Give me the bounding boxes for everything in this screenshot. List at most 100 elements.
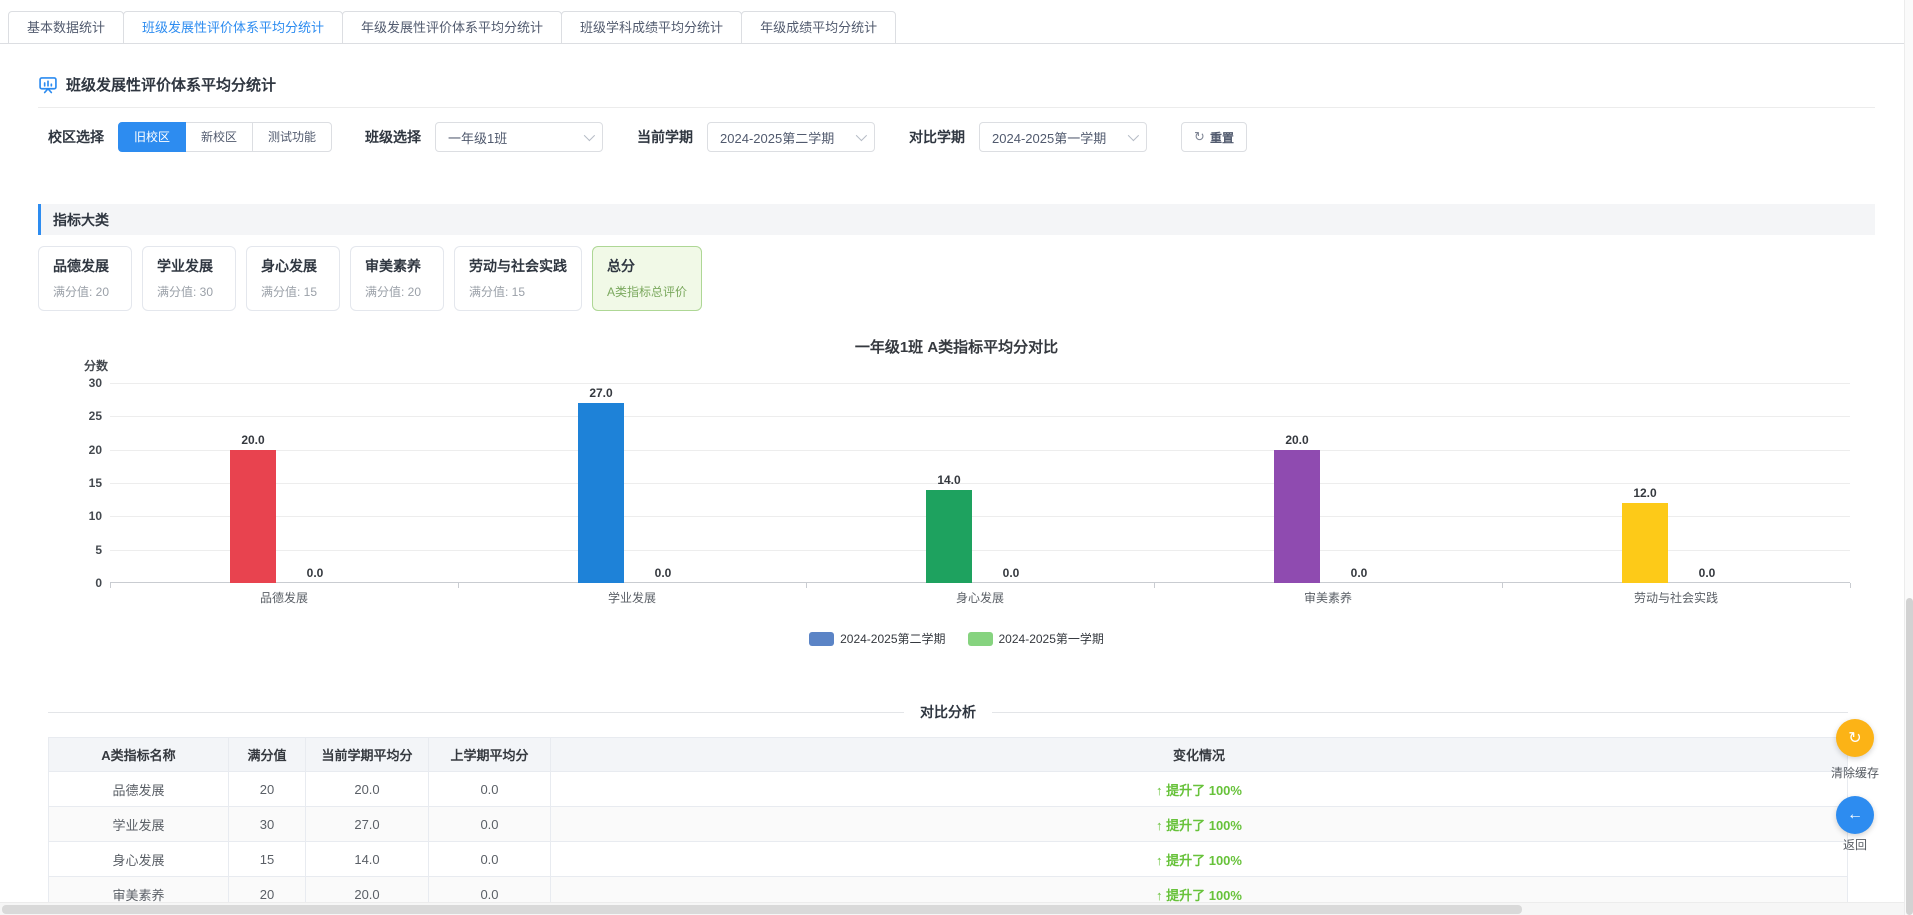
- campus-option-2[interactable]: 测试功能: [252, 122, 332, 152]
- page-title: 班级发展性评价体系平均分统计: [66, 74, 276, 95]
- category-card-5[interactable]: 总分A类指标总评价: [592, 246, 702, 311]
- category-card-3[interactable]: 审美素养满分值: 20: [350, 246, 444, 311]
- category-cards: 品德发展满分值: 20学业发展满分值: 30身心发展满分值: 15审美素养满分值…: [38, 246, 702, 311]
- series1-bar-wrap: 14.0: [926, 473, 972, 583]
- refresh-icon: ↻: [1848, 728, 1861, 748]
- column-header-2: 当前学期平均分: [306, 738, 429, 772]
- y-tick-label-30: 30: [70, 376, 102, 390]
- x-axis-label-1: 学业发展: [458, 589, 806, 606]
- category-card-subtitle: 满分值: 15: [261, 283, 325, 300]
- category-card-1[interactable]: 学业发展满分值: 30: [142, 246, 236, 311]
- column-header-4: 变化情况: [551, 738, 1848, 772]
- category-section-header: 指标大类: [38, 204, 1875, 235]
- divider-line: [48, 712, 904, 713]
- cell-last-avg: 0.0: [429, 807, 551, 842]
- bar-value-label: 27.0: [589, 386, 612, 400]
- x-axis-tick: [806, 583, 807, 588]
- refresh-icon: ↻: [1194, 129, 1205, 145]
- compare-term-select[interactable]: 2024-2025第一学期: [979, 122, 1147, 152]
- bar-group-4: 12.00.0: [1502, 383, 1850, 583]
- category-card-4[interactable]: 劳动与社会实践满分值: 15: [454, 246, 582, 311]
- bar-value-label: 14.0: [937, 473, 960, 487]
- series1-bar-wrap: 12.0: [1622, 486, 1668, 583]
- table-row-2: 身心发展1514.00.0↑ 提升了 100%: [49, 842, 1848, 877]
- category-card-name: 劳动与社会实践: [469, 256, 567, 276]
- legend-label: 2024-2025第二学期: [840, 630, 945, 647]
- y-tick-label-20: 20: [70, 443, 102, 457]
- bar-group-2: 14.0 0.0: [806, 383, 1154, 583]
- tab-0[interactable]: 基本数据统计: [8, 11, 124, 44]
- series1-bar: [1274, 450, 1320, 583]
- tab-bar: 基本数据统计班级发展性评价体系平均分统计年级发展性评价体系平均分统计班级学科成绩…: [8, 11, 895, 44]
- legend-swatch: [968, 632, 993, 646]
- y-tick-label-0: 0: [70, 576, 102, 590]
- cell-indicator-name: 学业发展: [49, 807, 229, 842]
- series2-bar-wrap: 0.0: [1336, 566, 1382, 583]
- page-header: 班级发展性评价体系平均分统计: [38, 74, 276, 95]
- tab-4[interactable]: 年级成绩平均分统计: [741, 11, 896, 44]
- chevron-down-icon: [856, 130, 867, 141]
- current-term-select[interactable]: 2024-2025第二学期: [707, 122, 875, 152]
- tab-2[interactable]: 年级发展性评价体系平均分统计: [342, 11, 562, 44]
- compare-term-select-value: 2024-2025第一学期: [992, 128, 1106, 147]
- series1-bar-wrap: 20.0: [1274, 433, 1320, 583]
- cell-full-score: 15: [229, 842, 306, 877]
- horizontal-scrollbar-track: [0, 902, 1913, 915]
- x-axis-tick: [1502, 583, 1503, 588]
- filter-bar: 校区选择 旧校区新校区测试功能 班级选择 一年级1班 当前学期 2024-202…: [48, 122, 1247, 152]
- cell-change: ↑ 提升了 100%: [551, 842, 1848, 877]
- cell-last-avg: 0.0: [429, 842, 551, 877]
- cell-current-avg: 20.0: [306, 772, 429, 807]
- series2-bar-wrap: 0.0: [640, 566, 686, 583]
- category-card-name: 学业发展: [157, 256, 221, 276]
- class-select-value: 一年级1班: [448, 128, 507, 147]
- comparison-table: A类指标名称满分值当前学期平均分上学期平均分变化情况 品德发展2020.00.0…: [48, 737, 1848, 912]
- clear-cache-button[interactable]: ↻: [1836, 719, 1874, 757]
- category-card-subtitle: 满分值: 20: [53, 283, 117, 300]
- x-axis-tick: [1154, 583, 1155, 588]
- comparison-divider: 对比分析: [48, 702, 1848, 722]
- presentation-chart-icon: [38, 75, 58, 95]
- reset-button[interactable]: ↻ 重置: [1181, 122, 1247, 152]
- x-axis-tick: [458, 583, 459, 588]
- legend-item-0[interactable]: 2024-2025第二学期: [809, 630, 945, 647]
- bar-value-label: 20.0: [241, 433, 264, 447]
- legend-swatch: [809, 632, 834, 646]
- horizontal-scrollbar-thumb[interactable]: [2, 905, 1522, 914]
- series1-bar: [230, 450, 276, 583]
- y-axis-title: 分数: [74, 357, 118, 374]
- bar-chart-plot-area: 分数 05101520253020.00.027.00.014.00.020.0…: [110, 383, 1850, 583]
- bar-value-label: 0.0: [1003, 566, 1020, 580]
- cell-full-score: 20: [229, 772, 306, 807]
- bar-value-label: 0.0: [655, 566, 672, 580]
- series2-bar-wrap: 0.0: [292, 566, 338, 583]
- legend-item-1[interactable]: 2024-2025第一学期: [968, 630, 1104, 647]
- column-header-0: A类指标名称: [49, 738, 229, 772]
- category-card-2[interactable]: 身心发展满分值: 15: [246, 246, 340, 311]
- campus-option-0[interactable]: 旧校区: [118, 122, 186, 152]
- back-label: 返回: [1820, 836, 1890, 853]
- tab-3[interactable]: 班级学科成绩平均分统计: [561, 11, 742, 44]
- cell-current-avg: 27.0: [306, 807, 429, 842]
- bar-group-1: 27.0 0.0: [458, 383, 806, 583]
- x-axis-labels: 品德发展学业发展身心发展审美素养劳动与社会实践: [110, 589, 1850, 605]
- tab-1[interactable]: 班级发展性评价体系平均分统计: [123, 11, 343, 44]
- class-select[interactable]: 一年级1班: [435, 122, 603, 152]
- cell-indicator-name: 身心发展: [49, 842, 229, 877]
- y-tick-label-5: 5: [70, 543, 102, 557]
- vertical-scrollbar-thumb[interactable]: [1906, 598, 1913, 915]
- category-card-subtitle: 满分值: 30: [157, 283, 221, 300]
- x-axis-label-2: 身心发展: [806, 589, 1154, 606]
- category-card-0[interactable]: 品德发展满分值: 20: [38, 246, 132, 311]
- category-card-subtitle: 满分值: 15: [469, 283, 567, 300]
- clear-cache-label: 清除缓存: [1820, 764, 1890, 781]
- table-body: 品德发展2020.00.0↑ 提升了 100%学业发展3027.00.0↑ 提升…: [49, 772, 1848, 912]
- x-axis-tick: [110, 583, 111, 588]
- table-row-0: 品德发展2020.00.0↑ 提升了 100%: [49, 772, 1848, 807]
- campus-option-1[interactable]: 新校区: [185, 122, 253, 152]
- column-header-3: 上学期平均分: [429, 738, 551, 772]
- chart-legend: 2024-2025第二学期 2024-2025第一学期: [0, 630, 1913, 647]
- y-tick-label-10: 10: [70, 509, 102, 523]
- cell-full-score: 30: [229, 807, 306, 842]
- back-button[interactable]: ←: [1836, 796, 1874, 834]
